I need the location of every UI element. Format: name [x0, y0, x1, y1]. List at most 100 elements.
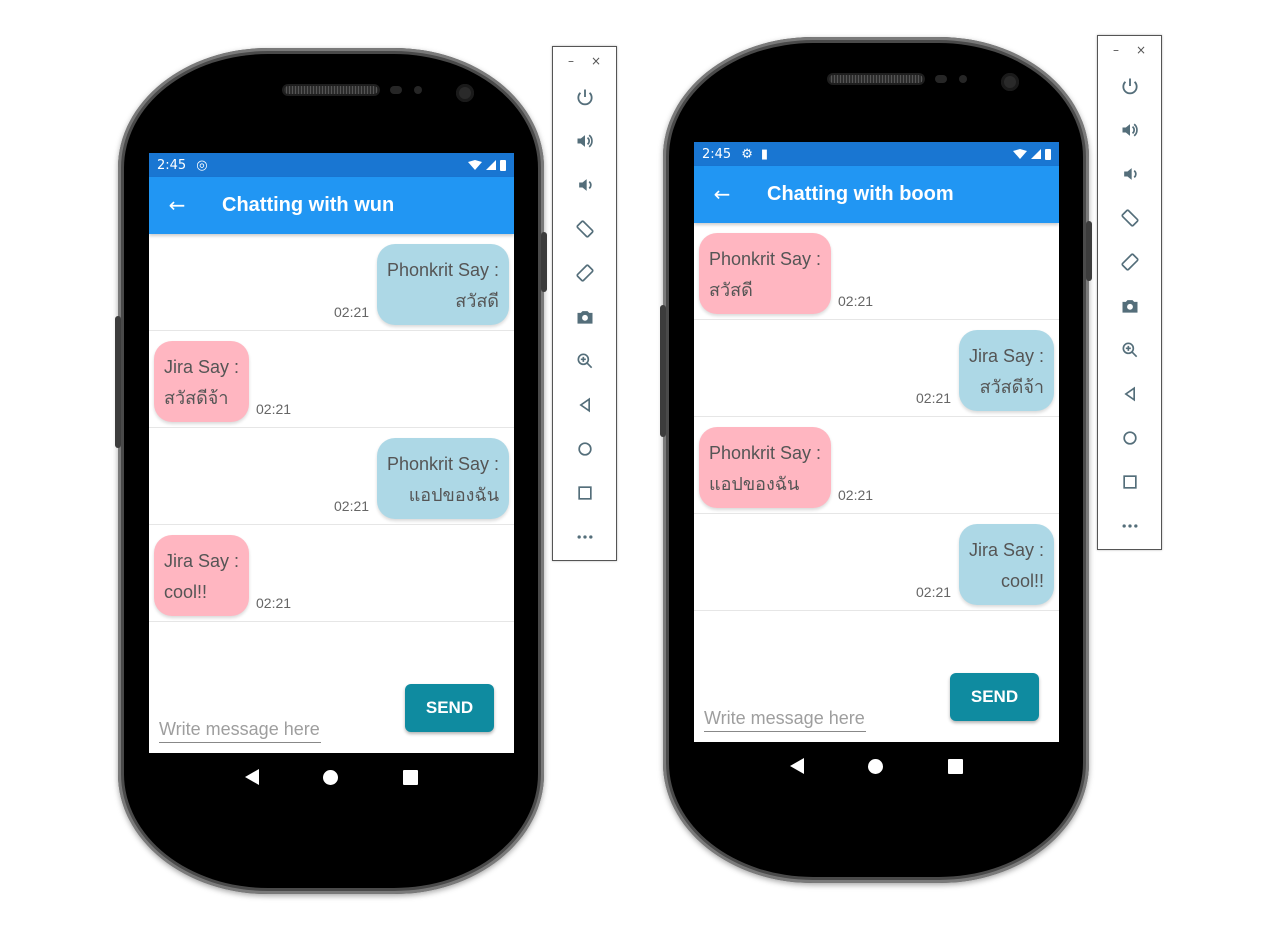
nav-home-icon[interactable]	[323, 769, 339, 785]
message-sender: Jira Say :	[968, 346, 1044, 366]
rotate-left-icon[interactable]	[553, 207, 616, 251]
volume-up-icon[interactable]	[1098, 108, 1161, 152]
app-bar: ← Chatting with boom	[694, 166, 1059, 223]
message-input[interactable]	[704, 706, 866, 732]
minimize-button[interactable]: –	[1113, 43, 1119, 57]
send-button[interactable]: SEND	[405, 684, 494, 732]
message-input-wrapper	[159, 717, 321, 743]
power-side-button[interactable]	[541, 232, 547, 292]
message-bubble-outgoing: Phonkrit Say : สวัสดี	[376, 244, 509, 325]
signal-icon	[486, 160, 496, 170]
nav-back-icon[interactable]	[245, 769, 260, 785]
status-bar: 2:45 ⚙ ▮	[694, 142, 1059, 166]
battery-icon	[1045, 148, 1051, 160]
close-button[interactable]: ×	[1136, 43, 1146, 57]
message-input[interactable]	[159, 717, 321, 743]
light-sensor	[414, 86, 422, 94]
message-time: 02:21	[256, 595, 292, 611]
app-bar: ← Chatting with wun	[149, 177, 514, 234]
message-text: cool!!	[164, 582, 208, 602]
message-row: Jira Say : สวัสดีจ้า 02:21	[694, 320, 1059, 417]
message-time: 02:21	[334, 498, 370, 514]
message-text: แอปของฉัน	[709, 474, 800, 494]
message-bubble-outgoing: Phonkrit Say : แอปของฉัน	[376, 438, 509, 519]
message-time: 02:21	[334, 304, 370, 320]
nav-recents-icon[interactable]	[947, 758, 963, 774]
sync-icon: ◎	[196, 157, 208, 173]
message-text: cool!!	[1000, 571, 1044, 591]
wifi-icon	[1013, 149, 1027, 159]
message-list[interactable]: Phonkrit Say : สวัสดี 02:21 Jira Say : ส…	[694, 223, 1059, 611]
earpiece-speaker	[284, 86, 378, 94]
message-time: 02:21	[256, 401, 292, 417]
message-sender: Phonkrit Say :	[709, 443, 822, 463]
message-time: 02:21	[838, 487, 874, 503]
home-icon[interactable]	[553, 427, 616, 471]
message-row: Phonkrit Say : สวัสดี 02:21	[694, 223, 1059, 320]
chat-title: Chatting with boom	[767, 183, 954, 205]
proximity-sensor	[390, 86, 402, 94]
overview-icon[interactable]	[1098, 460, 1161, 504]
back-arrow-icon[interactable]: ←	[694, 166, 750, 223]
volume-up-icon[interactable]	[553, 119, 616, 163]
back-arrow-icon[interactable]: ←	[149, 177, 205, 234]
message-text: สวัสดี	[455, 291, 499, 311]
emulator-toolbar-1: – ×	[552, 46, 617, 561]
message-sender: Phonkrit Say :	[386, 454, 499, 474]
power-icon[interactable]	[1098, 64, 1161, 108]
chat-title: Chatting with wun	[222, 194, 395, 216]
message-bubble-outgoing: Jira Say : cool!!	[958, 524, 1054, 605]
message-text: สวัสดีจ้า	[164, 388, 229, 408]
rotate-right-icon[interactable]	[553, 251, 616, 295]
more-icon[interactable]	[1098, 504, 1161, 548]
volume-rocker[interactable]	[660, 305, 666, 437]
back-icon[interactable]	[553, 383, 616, 427]
battery-icon	[500, 159, 506, 171]
volume-down-icon[interactable]	[1098, 152, 1161, 196]
message-bubble-incoming: Phonkrit Say : สวัสดี	[699, 233, 832, 314]
rotate-right-icon[interactable]	[1098, 240, 1161, 284]
nav-home-icon[interactable]	[868, 758, 884, 774]
message-bubble-incoming: Jira Say : สวัสดีจ้า	[154, 341, 250, 422]
power-icon[interactable]	[553, 75, 616, 119]
message-sender: Jira Say :	[164, 357, 240, 377]
front-camera	[1001, 73, 1019, 91]
status-time: 2:45	[157, 157, 187, 173]
camera-icon[interactable]	[1098, 284, 1161, 328]
emulator-toolbar-2: – ×	[1097, 35, 1162, 550]
back-icon[interactable]	[1098, 372, 1161, 416]
minimize-button[interactable]: –	[568, 54, 574, 68]
volume-down-icon[interactable]	[553, 163, 616, 207]
power-side-button[interactable]	[1086, 221, 1092, 281]
message-text: สวัสดี	[709, 280, 753, 300]
more-icon[interactable]	[553, 515, 616, 559]
message-bubble-incoming: Jira Say : cool!!	[154, 535, 250, 616]
nav-back-icon[interactable]	[790, 758, 805, 774]
message-row: Phonkrit Say : สวัสดี 02:21	[149, 234, 514, 331]
proximity-sensor	[935, 75, 947, 83]
light-sensor	[959, 75, 967, 83]
rotate-left-icon[interactable]	[1098, 196, 1161, 240]
message-sender: Jira Say :	[164, 551, 240, 571]
zoom-icon[interactable]	[553, 339, 616, 383]
earpiece-speaker	[829, 75, 923, 83]
status-time: 2:45	[702, 146, 732, 162]
send-button[interactable]: SEND	[950, 673, 1039, 721]
zoom-icon[interactable]	[1098, 328, 1161, 372]
status-bar: 2:45 ◎	[149, 153, 514, 177]
screen-1: 2:45 ◎ ← Chatting with wun Phonkrit Say …	[149, 153, 514, 801]
overview-icon[interactable]	[553, 471, 616, 515]
volume-rocker[interactable]	[115, 316, 121, 448]
message-list[interactable]: Phonkrit Say : สวัสดี 02:21 Jira Say : ส…	[149, 234, 514, 622]
message-text: สวัสดีจ้า	[979, 377, 1044, 397]
close-button[interactable]: ×	[591, 54, 601, 68]
front-camera	[456, 84, 474, 102]
message-time: 02:21	[838, 293, 874, 309]
nav-recents-icon[interactable]	[402, 769, 418, 785]
message-input-wrapper	[704, 706, 866, 732]
home-icon[interactable]	[1098, 416, 1161, 460]
camera-icon[interactable]	[553, 295, 616, 339]
message-row: Jira Say : สวัสดีจ้า 02:21	[149, 331, 514, 428]
signal-icon	[1031, 149, 1041, 159]
message-row: Jira Say : cool!! 02:21	[694, 514, 1059, 611]
